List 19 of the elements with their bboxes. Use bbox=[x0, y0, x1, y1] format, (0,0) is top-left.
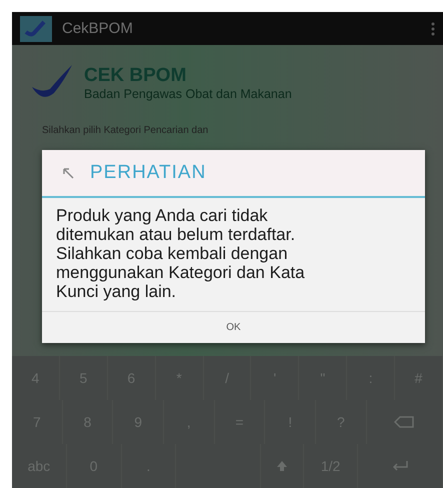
keyboard-key[interactable]: * bbox=[156, 356, 204, 400]
keyboard-key[interactable]: . bbox=[122, 444, 176, 488]
keyboard-key[interactable]: " bbox=[299, 356, 348, 400]
keyboard-key[interactable]: # bbox=[395, 356, 443, 400]
keyboard-key[interactable]: = bbox=[214, 400, 266, 444]
keyboard-key[interactable]: ! bbox=[265, 400, 316, 444]
keyboard-key[interactable]: / bbox=[204, 356, 252, 400]
keyboard-key[interactable]: ' bbox=[251, 356, 300, 400]
dialog-message: Produk yang Anda cari tidak ditemukan atau belum terdaftar. Silahkan coba kembali dengan menggunakan Kategori dan Kata Kunci yang lain. bbox=[55, 205, 306, 303]
arrow-icon bbox=[62, 167, 74, 179]
keyboard-key[interactable]: , bbox=[164, 400, 215, 444]
app-title: CekBPOM bbox=[62, 20, 134, 37]
backspace-icon bbox=[394, 416, 414, 428]
dialog-title: PERHATIAN bbox=[90, 162, 206, 184]
keyboard-key[interactable]: : bbox=[347, 356, 396, 400]
enter-icon bbox=[390, 460, 410, 472]
ok-button[interactable]: OK bbox=[42, 312, 425, 343]
overflow-menu-icon[interactable] bbox=[431, 22, 435, 36]
keyboard-key[interactable]: ? bbox=[316, 400, 367, 444]
